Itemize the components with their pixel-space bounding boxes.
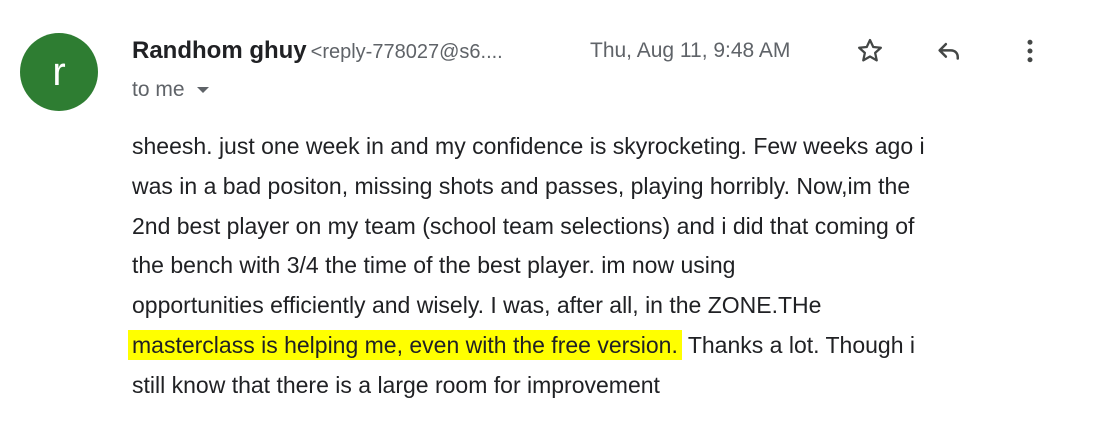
avatar[interactable]: r — [20, 33, 98, 111]
message-line: sheesh. just one week in and my confiden… — [132, 133, 925, 159]
star-button[interactable] — [852, 33, 888, 69]
reply-icon — [938, 42, 959, 60]
sender-header: Randhom ghuy <reply-778027@s6.... — [132, 36, 503, 66]
more-options-button[interactable] — [1012, 33, 1048, 69]
message-line: masterclass is helping me, even with the… — [128, 326, 1052, 366]
more-vert-icon — [1027, 39, 1033, 63]
message-line: was in a bad positon, missing shots and … — [132, 172, 911, 199]
message-line: opportunities efficiently and wisely. I … — [132, 292, 822, 319]
chevron-down-icon — [196, 87, 209, 93]
message-line: the bench with 3/4 the time of the best … — [132, 252, 736, 279]
message-date: Thu, Aug 11, 9:48 AM — [590, 39, 791, 62]
message-line: still know that there is a large room fo… — [132, 371, 660, 398]
recipient-dropdown[interactable]: to me — [132, 76, 209, 104]
message-body: sheesh. just one week in and my confiden… — [128, 127, 1052, 406]
message-text: Thanks a lot. Though i — [681, 331, 915, 358]
sender-email: <reply-778027@s6.... — [310, 41, 503, 63]
reply-button[interactable] — [931, 33, 967, 69]
sender-name[interactable]: Randhom ghuy — [132, 37, 307, 64]
recipient-label: to me — [132, 78, 185, 101]
star-icon — [858, 38, 882, 62]
message-line: 2nd best player on my team (school team … — [132, 212, 915, 239]
highlighted-text: masterclass is helping me, even with the… — [128, 329, 682, 360]
